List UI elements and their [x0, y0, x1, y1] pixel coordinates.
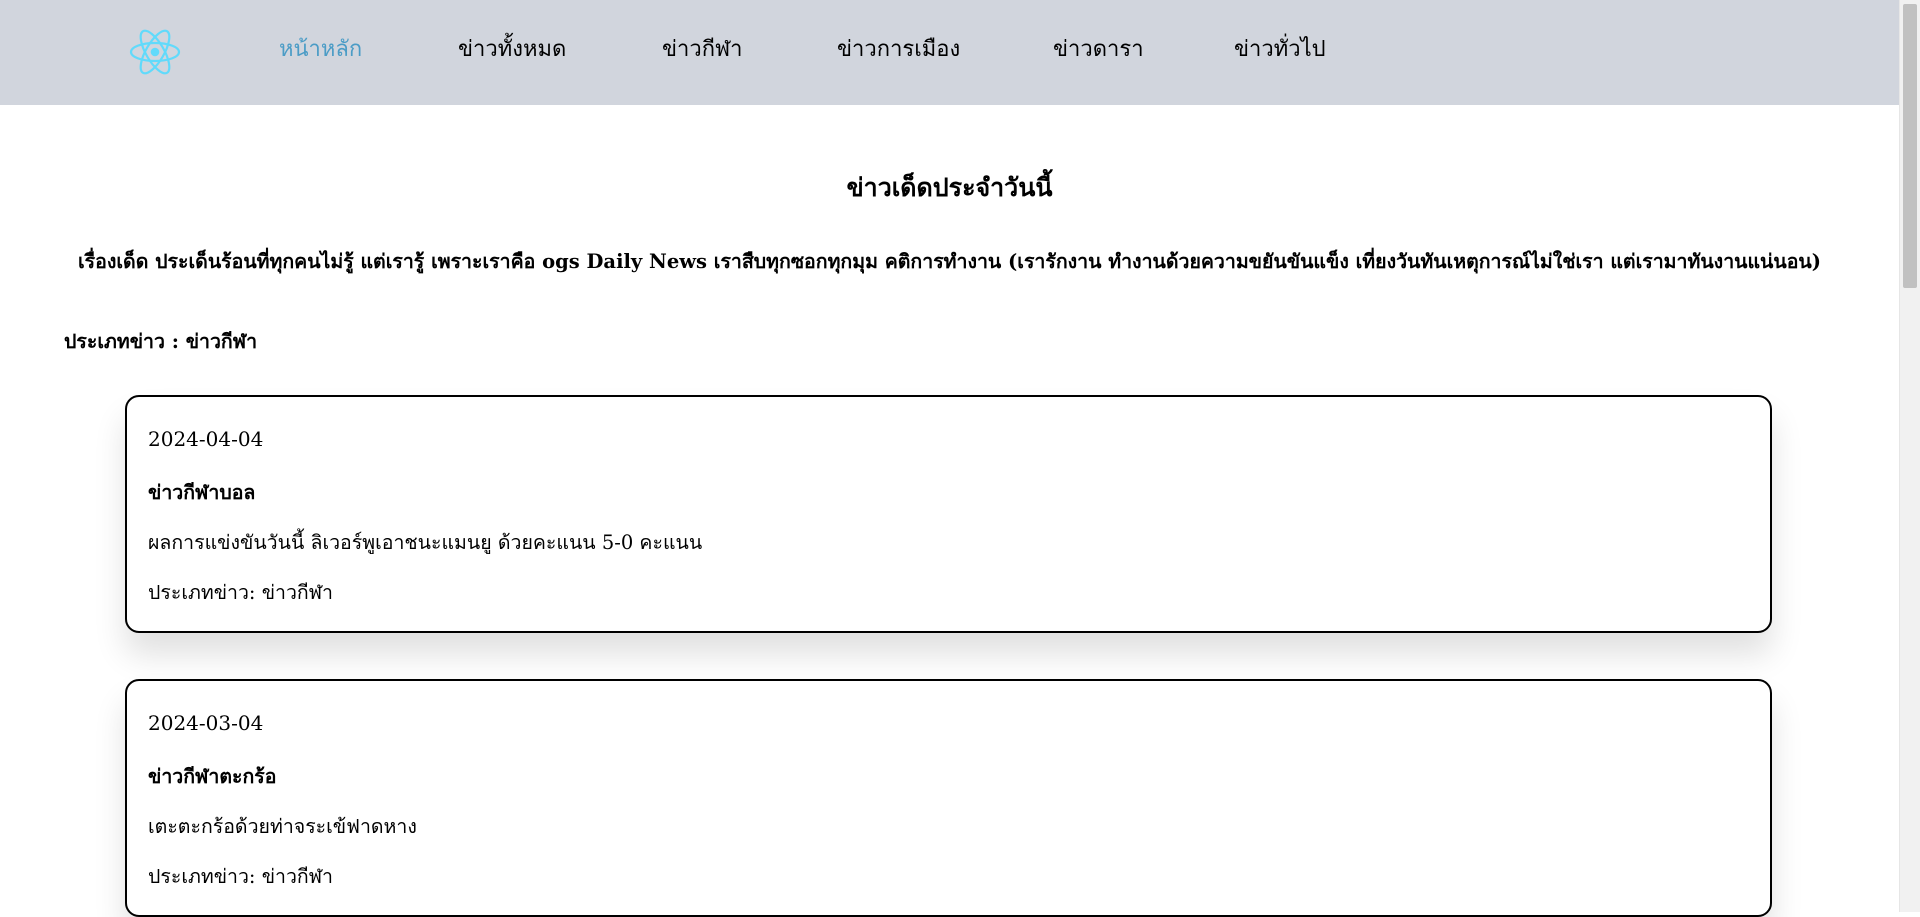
news-date: 2024-04-04 — [148, 427, 264, 451]
news-description: เตะตะกร้อด้วยท่าจระเข้ฟาดหาง — [148, 815, 417, 838]
top-navbar: หน้าหลัก ข่าวทั้งหมด ข่าวกีฬา ข่าวการเมื… — [0, 0, 1899, 105]
news-card: 2024-04-04 ข่าวกีฬาบอล ผลการแข่งขันวันนี… — [125, 395, 1772, 633]
vertical-scrollbar[interactable] — [1899, 0, 1920, 912]
news-date: 2024-03-04 — [148, 711, 264, 735]
scrollbar-thumb[interactable] — [1903, 4, 1917, 288]
page-tagline: เรื่องเด็ด ประเด็นร้อนที่ทุกคนไม่รู้ แต่… — [78, 250, 1821, 273]
nav-item-all-news[interactable]: ข่าวทั้งหมด — [458, 36, 566, 64]
news-description: ผลการแข่งขันวันนี้ ลิเวอร์พูเอาชนะแมนยู … — [148, 531, 703, 554]
news-title: ข่าวกีฬาบอล — [148, 481, 256, 504]
news-card: 2024-03-04 ข่าวกีฬาตะกร้อ เตะตะกร้อด้วยท… — [125, 679, 1772, 917]
nav-item-sports-news[interactable]: ข่าวกีฬา — [662, 36, 742, 64]
news-type: ประเภทข่าว: ข่าวกีฬา — [148, 581, 334, 604]
react-atom-icon[interactable] — [128, 27, 182, 77]
category-label: ประเภทข่าว : ข่าวกีฬา — [64, 330, 258, 353]
nav-item-celebrity-news[interactable]: ข่าวดารา — [1053, 36, 1144, 64]
nav-item-general-news[interactable]: ข่าวทั่วไป — [1234, 36, 1326, 64]
nav-item-home[interactable]: หน้าหลัก — [279, 36, 362, 64]
nav-item-politics-news[interactable]: ข่าวการเมือง — [837, 36, 960, 64]
page-headline: ข่าวเด็ดประจำวันนี้ — [846, 173, 1053, 202]
news-type: ประเภทข่าว: ข่าวกีฬา — [148, 865, 334, 888]
news-title: ข่าวกีฬาตะกร้อ — [148, 765, 277, 788]
